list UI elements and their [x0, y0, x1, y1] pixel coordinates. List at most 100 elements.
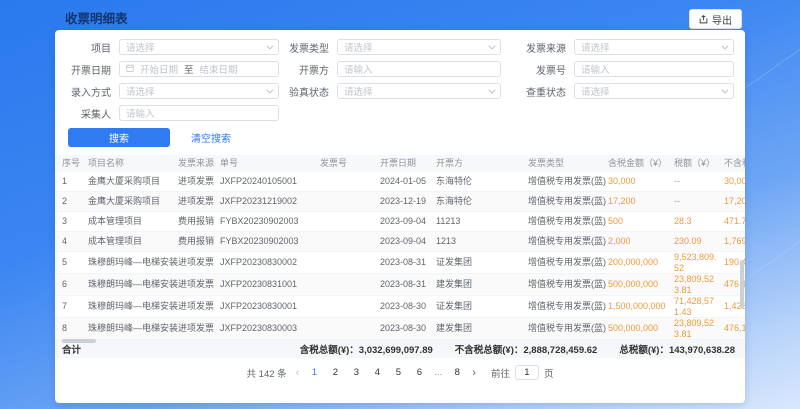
cell-type: 增值税专用发票(蓝): [528, 301, 608, 312]
table-row[interactable]: 7珠穆朗玛峰—电梯安装进项发票JXFP202308300012023-08-30…: [55, 296, 745, 318]
cell-project: 成本管理项目: [88, 216, 178, 227]
project-select[interactable]: 请选择: [119, 39, 279, 55]
search-button[interactable]: 搜索: [68, 128, 170, 147]
cell-issuer: 1213: [436, 236, 528, 247]
invoice-source-select[interactable]: 请选择: [574, 39, 734, 55]
page-number-5[interactable]: 5: [392, 367, 404, 378]
cell-order_no: JXFP20230831001: [220, 279, 320, 290]
cell-type: 增值税专用发票(蓝): [528, 176, 608, 187]
cell-order_no: FYBX20230902003: [220, 216, 320, 227]
cell-tax: 9,523,809.52: [674, 252, 724, 273]
cell-date: 2023-08-31: [380, 257, 436, 268]
page-title: 收票明细表: [65, 8, 128, 27]
cell-date: 2023-12-19: [380, 196, 436, 207]
table-row[interactable]: 2金鹰大厦采购项目进项发票JXFP202312190022023-12-19东海…: [55, 192, 745, 212]
cell-source: 进项发票: [178, 301, 220, 312]
cell-amount: 500: [608, 216, 674, 227]
invoice-source-label: 发票来源: [516, 40, 566, 55]
table-row[interactable]: 5珠穆朗玛峰—电梯安装进项发票JXFP202308300022023-08-31…: [55, 252, 745, 274]
verify-status-select[interactable]: 请选择: [337, 83, 501, 99]
export-icon: [699, 15, 708, 24]
invoice-detail-card: 项目 请选择 发票类型 请选择 发票来源 请选择: [55, 30, 745, 403]
cell-tax: 71,428,571.43: [674, 296, 724, 317]
page-number-4[interactable]: 4: [371, 367, 383, 378]
cell-type: 增值税专用发票(蓝): [528, 216, 608, 227]
table-row[interactable]: 3成本管理项目费用报销FYBX202309020032023-09-041121…: [55, 212, 745, 232]
summary-total: 含税总额(¥)：3,032,699,097.89: [300, 342, 433, 356]
pagination-ellipsis[interactable]: ...: [434, 367, 442, 378]
filter-issuer: 开票方 请输入: [279, 61, 501, 77]
cell-project: 珠穆朗玛峰—电梯安装: [88, 257, 178, 268]
chevron-down-icon: [721, 87, 728, 94]
table-row[interactable]: 6珠穆朗玛峰—电梯安装进项发票JXFP202308310012023-08-31…: [55, 274, 745, 296]
cell-date: 2023-09-04: [380, 236, 436, 247]
column-header: 开票日期: [380, 158, 436, 169]
filter-invoice-date: 开票日期 开始日期 至 结束日期: [63, 61, 279, 77]
cell-amount_ex: 1,769.91: [724, 236, 745, 247]
page-number-3[interactable]: 3: [350, 367, 362, 378]
cell-amount_ex: 30,000: [724, 176, 745, 187]
chevron-down-icon: [488, 43, 495, 50]
entry-method-select[interactable]: 请选择: [119, 83, 279, 99]
collector-label: 采集人: [63, 106, 111, 121]
table-row[interactable]: 1金鹰大厦采购项目进项发票JXFP202401050012024-01-05东海…: [55, 172, 745, 192]
filter-actions: 搜索 清空搜索: [55, 128, 745, 147]
cell-amount_ex: 476,190,476.19: [724, 323, 745, 334]
filter-dedup-status: 查重状态 请选择: [516, 83, 734, 99]
cell-source: 进项发票: [178, 257, 220, 268]
cell-amount: 30,000: [608, 176, 674, 187]
cell-amount: 500,000,000: [608, 279, 674, 290]
cell-date: 2023-09-04: [380, 216, 436, 227]
cell-date: 2023-08-31: [380, 279, 436, 290]
issuer-label: 开票方: [279, 62, 329, 77]
cell-no: 1: [62, 176, 88, 187]
next-page-icon[interactable]: ›: [472, 367, 476, 379]
clear-search-link[interactable]: 清空搜索: [191, 130, 231, 145]
vertical-scrollbar[interactable]: [740, 260, 744, 308]
invoice-no-input[interactable]: 请输入: [574, 61, 734, 77]
export-button[interactable]: 导出: [689, 9, 742, 29]
page-number-1[interactable]: 1: [308, 367, 320, 378]
summary-total: 不含税总额(¥)：2,888,728,459.62: [455, 342, 598, 356]
column-header: 发票类型: [528, 158, 608, 169]
page-number-2[interactable]: 2: [329, 367, 341, 378]
dedup-status-select[interactable]: 请选择: [574, 83, 734, 99]
cell-type: 增值税专用发票(蓝): [528, 196, 608, 207]
start-date-placeholder: 开始日期: [140, 62, 178, 76]
chevron-down-icon: [266, 87, 273, 94]
chevron-down-icon: [266, 43, 273, 50]
cell-order_no: FYBX20230902003: [220, 236, 320, 247]
cell-issuer: 证发集团: [436, 257, 528, 268]
cell-no: 6: [62, 279, 88, 290]
invoice-table: 序号项目名称发票来源单号发票号开票日期开票方发票类型含税金额（¥）税额（¥）不含…: [55, 155, 745, 340]
page-number-6[interactable]: 6: [413, 367, 425, 378]
project-label: 项目: [63, 40, 111, 55]
filter-invoice-type: 发票类型 请选择: [279, 39, 501, 55]
cell-no: 3: [62, 216, 88, 227]
cell-order_no: JXFP20230830003: [220, 323, 320, 334]
cell-tax: 23,809,523.81: [674, 274, 724, 295]
summary-label: 合计: [62, 342, 81, 356]
cell-amount_ex: 17,200: [724, 196, 745, 207]
collector-input[interactable]: 请输入: [119, 105, 279, 121]
cell-issuer: 东海特伦: [436, 196, 528, 207]
invoice-type-select[interactable]: 请选择: [337, 39, 501, 55]
cell-project: 珠穆朗玛峰—电梯安装: [88, 279, 178, 290]
dedup-status-label: 查重状态: [516, 84, 566, 99]
cell-no: 4: [62, 236, 88, 247]
page-number-8[interactable]: 8: [451, 367, 463, 378]
table-row[interactable]: 8珠穆朗玛峰—电梯安装进项发票JXFP202308300032023-08-30…: [55, 318, 745, 340]
cell-issuer: 建发集团: [436, 323, 528, 334]
horizontal-scrollbar[interactable]: [62, 339, 96, 343]
goto-page-input[interactable]: [515, 365, 539, 380]
table-row[interactable]: 4成本管理项目费用报销FYBX202309020032023-09-041213…: [55, 232, 745, 252]
chevron-down-icon: [488, 87, 495, 94]
column-header: 含税金额（¥）: [608, 158, 674, 169]
issuer-input[interactable]: 请输入: [337, 61, 501, 77]
cell-order_no: JXFP20231219002: [220, 196, 320, 207]
prev-page-icon[interactable]: ‹: [296, 367, 300, 379]
invoice-date-range-picker[interactable]: 开始日期 至 结束日期: [119, 61, 279, 77]
column-header: 税额（¥）: [674, 158, 724, 169]
cell-issuer: 建发集团: [436, 279, 528, 290]
cell-no: 5: [62, 257, 88, 268]
